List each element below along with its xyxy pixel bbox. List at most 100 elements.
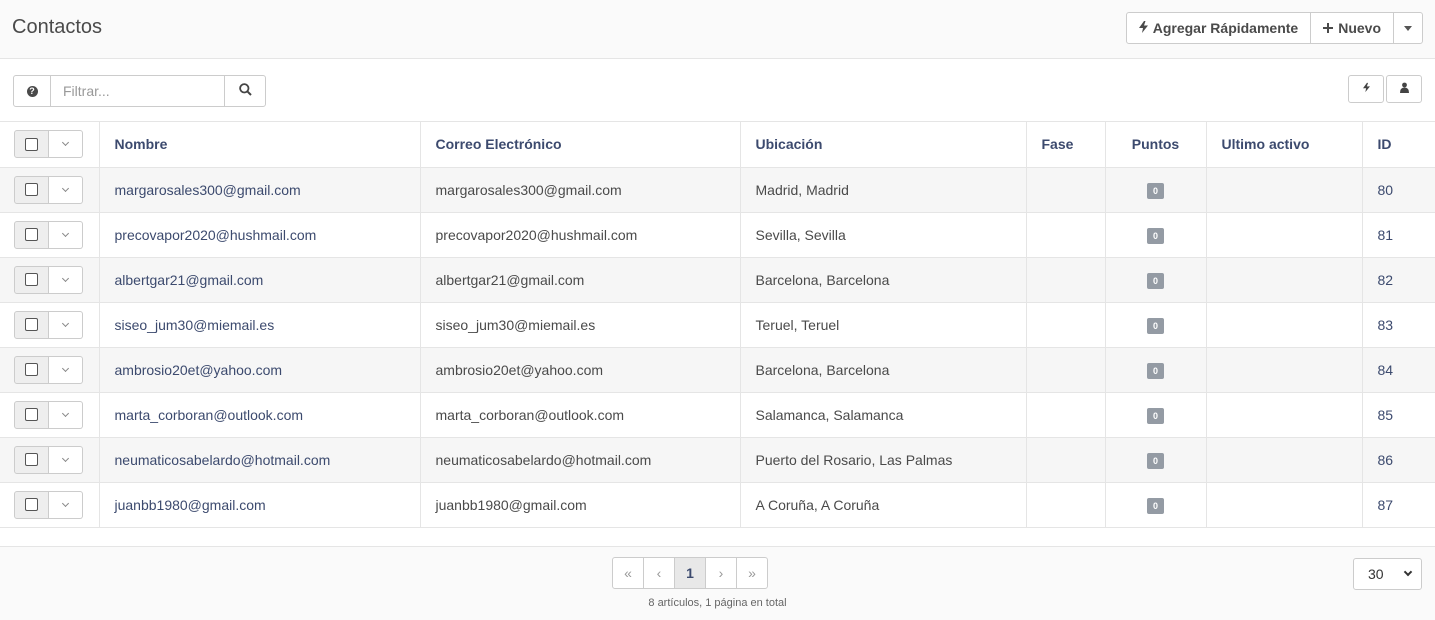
row-checkbox[interactable] <box>14 445 49 474</box>
contact-name-link[interactable]: marta_corboran@outlook.com <box>99 392 421 438</box>
contact-stage <box>1026 302 1106 348</box>
filter-input[interactable] <box>51 75 225 107</box>
contact-id-link[interactable]: 80 <box>1362 167 1435 213</box>
next-page-button[interactable]: › <box>705 557 737 589</box>
row-actions-dropdown[interactable] <box>48 175 83 204</box>
contact-email: neumaticosabelardo@hotmail.com <box>420 437 741 483</box>
contact-id-link[interactable]: 81 <box>1362 212 1435 258</box>
list-toolbar: ? <box>0 59 1435 122</box>
contact-location: Sevilla, Sevilla <box>740 212 1027 258</box>
contact-location: Salamanca, Salamanca <box>740 392 1027 438</box>
row-checkbox[interactable] <box>14 355 49 384</box>
contact-location: Puerto del Rosario, Las Palmas <box>740 437 1027 483</box>
contact-last-active <box>1206 167 1363 213</box>
contact-email: marta_corboran@outlook.com <box>420 392 741 438</box>
contact-last-active <box>1206 302 1363 348</box>
search-button[interactable] <box>224 75 266 107</box>
contact-stage <box>1026 257 1106 303</box>
points-badge: 0 <box>1147 317 1164 334</box>
prev-page-button[interactable]: ‹ <box>643 557 675 589</box>
contact-email: ambrosio20et@yahoo.com <box>420 347 741 393</box>
contact-last-active <box>1206 212 1363 258</box>
chevron-down-icon <box>61 454 69 462</box>
contact-last-active <box>1206 257 1363 303</box>
contact-last-active <box>1206 437 1363 483</box>
row-actions-dropdown[interactable] <box>48 265 83 294</box>
row-actions-dropdown[interactable] <box>48 355 83 384</box>
contact-points-cell: 0 <box>1105 257 1207 303</box>
contact-name-link[interactable]: precovapor2020@hushmail.com <box>99 212 421 258</box>
contact-name-link[interactable]: ambrosio20et@yahoo.com <box>99 347 421 393</box>
filter-group: ? <box>13 75 266 107</box>
row-actions-dropdown[interactable] <box>48 220 83 249</box>
row-actions-dropdown[interactable] <box>48 490 83 519</box>
contact-id-link[interactable]: 87 <box>1362 482 1435 528</box>
row-actions-dropdown[interactable] <box>48 445 83 474</box>
column-header-points[interactable]: Puntos <box>1105 122 1207 168</box>
table-row: juanbb1980@gmail.com juanbb1980@gmail.co… <box>0 482 1435 528</box>
contact-id-link[interactable]: 84 <box>1362 347 1435 393</box>
row-actions-dropdown[interactable] <box>48 400 83 429</box>
contact-stage <box>1026 167 1106 213</box>
row-checkbox[interactable] <box>14 220 49 249</box>
column-header-stage[interactable]: Fase <box>1026 122 1106 168</box>
first-page-button[interactable]: « <box>612 557 644 589</box>
row-checkbox[interactable] <box>14 400 49 429</box>
table-row: albertgar21@gmail.com albertgar21@gmail.… <box>0 257 1435 303</box>
current-page-button[interactable]: 1 <box>674 557 706 589</box>
page-header: Contactos Agregar Rápidamente Nuevo <box>0 0 1435 59</box>
anonymous-visitors-button[interactable] <box>1386 75 1422 103</box>
quick-add-button[interactable]: Agregar Rápidamente <box>1125 12 1312 44</box>
contact-stage <box>1026 482 1106 528</box>
chevron-down-icon <box>61 319 69 327</box>
contact-last-active <box>1206 482 1363 528</box>
select-all-cell <box>0 122 100 168</box>
column-header-id[interactable]: ID <box>1362 122 1435 168</box>
chevron-down-icon <box>61 184 69 192</box>
contact-location: Madrid, Madrid <box>740 167 1027 213</box>
per-page-select[interactable]: 30 <box>1353 558 1422 590</box>
new-contact-button[interactable]: Nuevo <box>1310 12 1394 44</box>
more-options-dropdown[interactable] <box>1393 12 1423 44</box>
bolt-icon <box>1138 20 1148 36</box>
chevron-down-icon <box>61 274 69 282</box>
pagination-summary: 8 artículos, 1 página en total <box>648 597 787 609</box>
column-header-last-active[interactable]: Ultimo activo <box>1206 122 1363 168</box>
contact-name-link[interactable]: juanbb1980@gmail.com <box>99 482 421 528</box>
table-row: ambrosio20et@yahoo.com ambrosio20et@yaho… <box>0 347 1435 393</box>
row-checkbox[interactable] <box>14 175 49 204</box>
contact-id-link[interactable]: 86 <box>1362 437 1435 483</box>
filter-help-button[interactable]: ? <box>13 75 51 107</box>
row-select-group <box>14 355 83 384</box>
points-badge: 0 <box>1147 497 1164 514</box>
contact-location: Teruel, Teruel <box>740 302 1027 348</box>
row-checkbox[interactable] <box>14 265 49 294</box>
column-header-location[interactable]: Ubicación <box>740 122 1027 168</box>
contacts-table: Nombre Correo Electrónico Ubicación Fase… <box>0 122 1435 528</box>
batch-actions-button[interactable] <box>1348 75 1384 103</box>
contact-name-link[interactable]: margarosales300@gmail.com <box>99 167 421 213</box>
select-all-checkbox[interactable] <box>14 130 49 159</box>
contact-id-link[interactable]: 83 <box>1362 302 1435 348</box>
row-checkbox[interactable] <box>14 310 49 339</box>
last-page-button[interactable]: » <box>736 557 768 589</box>
per-page-value: 30 <box>1368 566 1384 582</box>
contact-name-link[interactable]: albertgar21@gmail.com <box>99 257 421 303</box>
table-row: precovapor2020@hushmail.com precovapor20… <box>0 212 1435 258</box>
contact-name-link[interactable]: siseo_jum30@miemail.es <box>99 302 421 348</box>
contact-location: Barcelona, Barcelona <box>740 257 1027 303</box>
toolbar-right-actions <box>1346 75 1422 103</box>
row-actions-dropdown[interactable] <box>48 310 83 339</box>
row-checkbox[interactable] <box>14 490 49 519</box>
contact-stage <box>1026 212 1106 258</box>
plus-icon <box>1323 21 1334 36</box>
points-badge: 0 <box>1147 272 1164 289</box>
table-row: margarosales300@gmail.com margarosales30… <box>0 167 1435 213</box>
contact-name-link[interactable]: neumaticosabelardo@hotmail.com <box>99 437 421 483</box>
chevron-down-icon <box>61 364 69 372</box>
contact-id-link[interactable]: 85 <box>1362 392 1435 438</box>
bulk-actions-dropdown[interactable] <box>48 130 83 159</box>
column-header-name[interactable]: Nombre <box>99 122 421 168</box>
contact-id-link[interactable]: 82 <box>1362 257 1435 303</box>
column-header-email[interactable]: Correo Electrónico <box>420 122 741 168</box>
